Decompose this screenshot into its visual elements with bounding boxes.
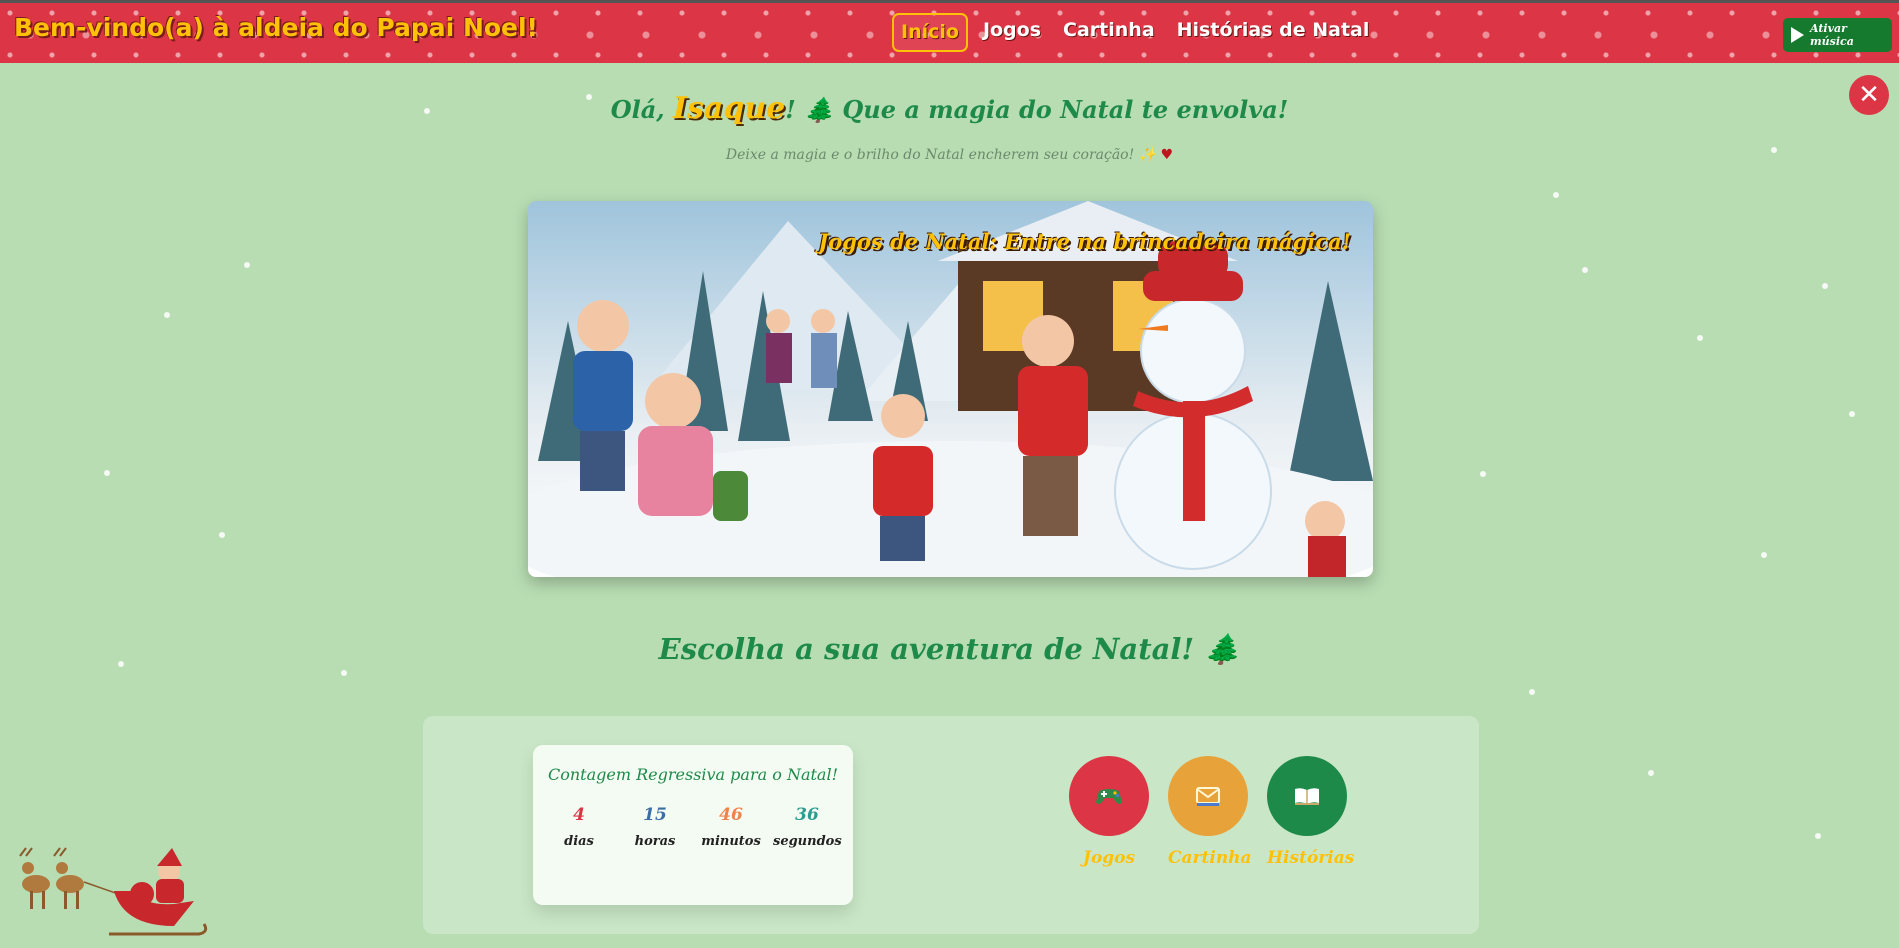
- countdown-units: 4 dias 15 horas 46 minutos 36 segundos: [545, 805, 842, 849]
- top-navigation-bar: Bem-vindo(a) à aldeia do Papai Noel! Iní…: [0, 0, 1899, 63]
- cartinha-button[interactable]: [1168, 756, 1248, 836]
- envelope-icon: [1196, 787, 1220, 806]
- countdown-label: horas: [634, 834, 676, 849]
- action-historias[interactable]: Histórias: [1267, 756, 1355, 868]
- greeting-suffix: ! 🌲 Que a magia do Natal te envolva!: [785, 95, 1289, 124]
- book-icon: [1295, 788, 1319, 805]
- snowflake: [1553, 192, 1559, 198]
- snowflake: [104, 470, 110, 476]
- countdown-minutes: 46 minutos: [697, 805, 765, 849]
- banner-illustration: [528, 201, 1373, 577]
- nav-cartinha[interactable]: Cartinha: [1056, 13, 1162, 52]
- greeting-heading: Olá, Isaque! 🌲 Que a magia do Natal te e…: [0, 91, 1899, 126]
- snowflake: [1582, 267, 1588, 273]
- site-title: Bem-vindo(a) à aldeia do Papai Noel!: [14, 13, 538, 42]
- user-name: Isaque: [673, 91, 786, 126]
- hero-banner[interactable]: Jogos de Natal: Entre na brincadeira mág…: [528, 201, 1373, 577]
- action-cartinha[interactable]: Cartinha: [1168, 756, 1252, 868]
- greeting-subtitle: Deixe a magia e o brilho do Natal encher…: [0, 147, 1899, 163]
- snowflake: [1480, 471, 1486, 477]
- snowflake: [1815, 833, 1821, 839]
- music-toggle-button[interactable]: Ativar música: [1783, 18, 1892, 52]
- historias-button[interactable]: [1267, 756, 1347, 836]
- banner-caption: Jogos de Natal: Entre na brincadeira mág…: [818, 229, 1351, 254]
- nav-historias[interactable]: Histórias de Natal: [1170, 13, 1377, 52]
- countdown-hours: 15 horas: [621, 805, 689, 849]
- santa-sleigh-decoration: [19, 847, 208, 936]
- countdown-label: minutos: [701, 834, 761, 849]
- nav-inicio[interactable]: Início: [892, 13, 968, 52]
- snowflake: [1761, 552, 1767, 558]
- snowflake: [1849, 411, 1855, 417]
- countdown-title: Contagem Regressiva para o Natal!: [547, 765, 839, 784]
- action-jogos[interactable]: Jogos: [1069, 756, 1149, 868]
- historias-label: Histórias: [1267, 848, 1355, 868]
- music-button-label: Ativar música: [1810, 22, 1854, 48]
- play-icon: [1791, 27, 1804, 43]
- snowflake: [1822, 283, 1828, 289]
- snowflake: [1529, 689, 1535, 695]
- greeting-prefix: Olá,: [610, 95, 665, 124]
- snowflake: [164, 312, 170, 318]
- snowflake: [341, 670, 347, 676]
- snowflake: [244, 262, 250, 268]
- nav-jogos[interactable]: Jogos: [976, 13, 1048, 52]
- heart-icon: ♥: [1160, 147, 1174, 163]
- countdown-label: segundos: [773, 834, 842, 849]
- countdown-seconds: 36 segundos: [773, 805, 842, 849]
- countdown-value: 36: [795, 805, 819, 825]
- cartinha-label: Cartinha: [1168, 848, 1252, 868]
- countdown-value: 4: [573, 805, 585, 825]
- snowflake: [219, 532, 225, 538]
- countdown-value: 46: [719, 805, 743, 825]
- snowflake: [1697, 335, 1703, 341]
- countdown-days: 4 dias: [545, 805, 613, 849]
- section-title: Escolha a sua aventura de Natal! 🌲: [658, 632, 1241, 666]
- jogos-button[interactable]: [1069, 756, 1149, 836]
- snowflake: [1648, 770, 1654, 776]
- countdown-label: dias: [564, 834, 594, 849]
- subtitle-text: Deixe a magia e o brilho do Natal encher…: [725, 147, 1157, 163]
- jogos-label: Jogos: [1082, 848, 1136, 868]
- gamepad-icon: [1096, 789, 1122, 804]
- christmas-countdown: Contagem Regressiva para o Natal! 4 dias…: [533, 745, 853, 905]
- countdown-value: 15: [643, 805, 667, 825]
- main-nav: Início Jogos Cartinha Histórias de Natal: [892, 13, 1376, 52]
